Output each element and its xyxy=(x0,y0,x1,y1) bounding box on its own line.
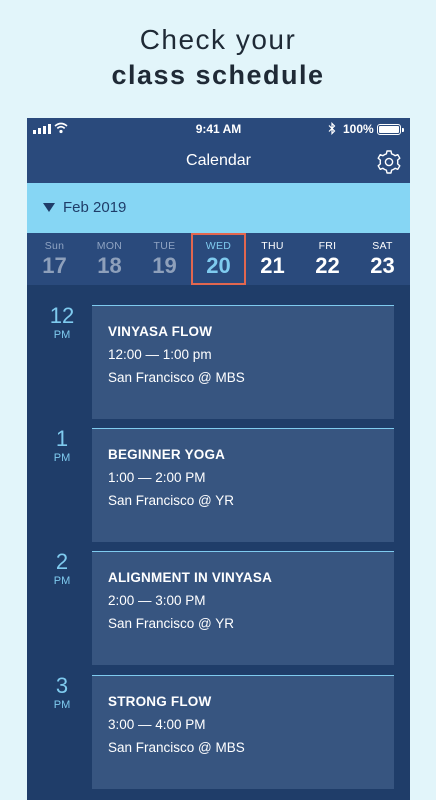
hour-number: 1 xyxy=(55,426,69,451)
day-sun[interactable]: Sun 17 xyxy=(27,233,82,285)
day-fri[interactable]: FRI 22 xyxy=(300,233,355,285)
month-selector[interactable]: Feb 2019 xyxy=(27,183,410,233)
headline-line-1: Check your xyxy=(139,24,297,55)
day-name: Sun xyxy=(44,240,65,252)
day-name: MON xyxy=(96,240,123,252)
day-date: 20 xyxy=(206,253,231,278)
class-location: San Francisco @ YR xyxy=(108,493,235,508)
class-time: 12:00 — 1:00 pm xyxy=(108,347,212,362)
hour-number: 12 xyxy=(49,303,75,328)
day-date: 22 xyxy=(315,253,340,278)
class-name: BEGINNER YOGA xyxy=(108,447,226,462)
class-time: 2:00 — 3:00 PM xyxy=(108,593,206,608)
hour-label: 3 PM xyxy=(45,673,79,712)
day-thu[interactable]: THU 21 xyxy=(245,233,300,285)
hour-ampm: PM xyxy=(53,575,71,587)
headline-line-2: class schedule xyxy=(111,60,325,90)
day-date: 18 xyxy=(97,253,122,278)
hour-number: 2 xyxy=(55,549,69,574)
class-name: VINYASA FLOW xyxy=(108,324,213,339)
nav-bar: Calendar xyxy=(27,140,410,183)
status-bar: 9:41 AM 100% xyxy=(27,118,410,140)
caret-down-icon xyxy=(43,203,55,212)
promo-headline: Check your class schedule xyxy=(0,22,436,92)
week-strip: Sun 17 MON 18 TUE 19 WED 20 THU 21 FRI 2… xyxy=(27,233,410,285)
day-date: 19 xyxy=(152,253,177,278)
day-date: 21 xyxy=(260,253,285,278)
class-name: ALIGNMENT IN VINYASA xyxy=(108,570,273,585)
hour-ampm: PM xyxy=(53,329,71,341)
day-sat[interactable]: SAT 23 xyxy=(355,233,410,285)
class-time: 1:00 — 2:00 PM xyxy=(108,470,206,485)
class-location: San Francisco @ MBS xyxy=(108,740,245,755)
battery-icon xyxy=(377,124,404,135)
day-date: 23 xyxy=(370,253,395,278)
class-card[interactable]: VINYASA FLOW 12:00 — 1:00 pm San Francis… xyxy=(92,305,394,419)
battery-percent: 100% xyxy=(343,122,374,136)
day-date: 17 xyxy=(42,253,67,278)
gear-icon[interactable] xyxy=(375,148,403,176)
hour-label: 1 PM xyxy=(45,426,79,465)
class-card[interactable]: ALIGNMENT IN VINYASA 2:00 — 3:00 PM San … xyxy=(92,551,394,665)
day-name: FRI xyxy=(318,240,337,252)
day-wed-selected[interactable]: WED 20 xyxy=(191,233,246,285)
class-card[interactable]: STRONG FLOW 3:00 — 4:00 PM San Francisco… xyxy=(92,675,394,789)
day-name: WED xyxy=(205,240,232,252)
day-name: SAT xyxy=(372,240,393,252)
hour-label: 12 PM xyxy=(45,303,79,342)
hour-ampm: PM xyxy=(53,452,71,464)
day-tue[interactable]: TUE 19 xyxy=(137,233,192,285)
class-location: San Francisco @ YR xyxy=(108,616,235,631)
hour-label: 2 PM xyxy=(45,549,79,588)
hour-number: 3 xyxy=(55,673,69,698)
bluetooth-icon xyxy=(328,122,336,135)
day-mon[interactable]: MON 18 xyxy=(82,233,137,285)
class-location: San Francisco @ MBS xyxy=(108,370,245,385)
page-title: Calendar xyxy=(186,152,251,169)
class-name: STRONG FLOW xyxy=(108,694,212,709)
day-name: THU xyxy=(261,240,284,252)
class-time: 3:00 — 4:00 PM xyxy=(108,717,206,732)
hour-ampm: PM xyxy=(53,699,71,711)
phone-screen: 9:41 AM 100% Calendar Feb 2019 Sun 17 MO… xyxy=(27,118,410,800)
month-label: Feb 2019 xyxy=(63,199,127,216)
class-schedule: 12 PM VINYASA FLOW 12:00 — 1:00 pm San F… xyxy=(27,285,410,800)
day-name: TUE xyxy=(153,240,176,252)
class-card[interactable]: BEGINNER YOGA 1:00 — 2:00 PM San Francis… xyxy=(92,428,394,542)
